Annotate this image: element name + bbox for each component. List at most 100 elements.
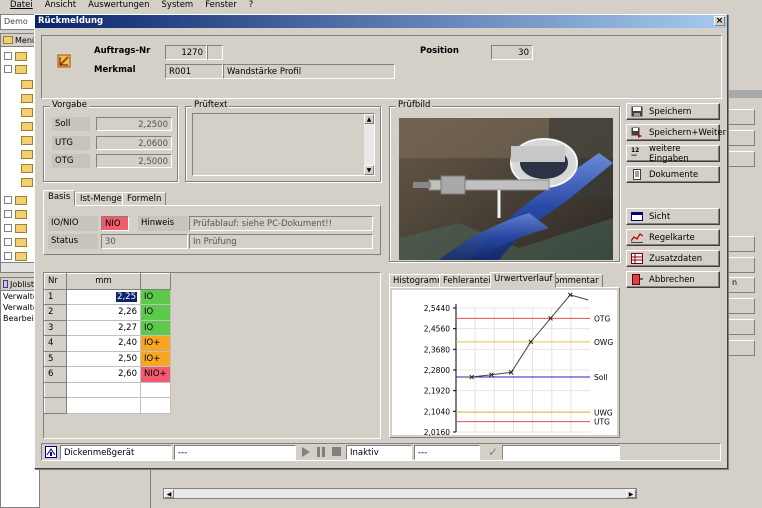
check-icon[interactable]: ✓ — [486, 445, 500, 459]
y-tick-label: 2,0160 — [424, 428, 450, 437]
folder-icon[interactable] — [15, 238, 27, 247]
row-mm-value[interactable]: 2,27 — [66, 320, 141, 336]
merkmal-name-field[interactable]: Wandstärke Profil — [223, 64, 395, 79]
status-code: 30 — [101, 234, 188, 249]
scroll-right-arrow[interactable]: ▶ — [626, 489, 636, 498]
bg-button[interactable] — [727, 130, 755, 146]
play-icon[interactable] — [302, 447, 310, 457]
folder-icon[interactable] — [15, 224, 27, 233]
scroll-up-arrow[interactable]: ▲ — [364, 114, 374, 124]
menu-fenster[interactable]: Fenster — [205, 0, 237, 12]
vorgabe-utg-value: 2,0600 — [96, 136, 172, 150]
bg-button[interactable] — [727, 319, 755, 335]
ruler-icon — [57, 54, 71, 68]
auftrag-suffix-field[interactable] — [207, 45, 223, 60]
bg-tab-label[interactable]: Demo — [4, 17, 28, 26]
row-nr: 5 — [44, 350, 67, 367]
position-field[interactable]: 30 — [491, 45, 533, 60]
col-nr[interactable]: Nr — [44, 273, 67, 290]
folder-icon[interactable] — [15, 65, 27, 74]
scroll-left-arrow[interactable]: ◀ — [164, 489, 174, 498]
folder-icon[interactable] — [15, 52, 27, 61]
bg-button[interactable] — [727, 340, 755, 356]
ionio-value[interactable]: NIO — [101, 216, 129, 231]
row-status-badge: IO+ — [140, 335, 171, 352]
expand-icon[interactable] — [4, 238, 12, 246]
folder-icon[interactable] — [15, 210, 27, 219]
menu-ansicht[interactable]: Ansicht — [45, 0, 76, 12]
table-row[interactable]: 2 2,26 IO — [44, 304, 171, 321]
tab-ist-menge[interactable]: Ist-Menge — [75, 192, 127, 206]
folder-icon[interactable] — [21, 136, 33, 145]
sicht-button[interactable]: Sicht — [626, 208, 720, 225]
table-row[interactable]: 6 2,60 NIO+ — [44, 366, 171, 383]
folder-icon[interactable] — [21, 80, 33, 89]
expand-icon[interactable] — [4, 52, 12, 60]
table-row-empty[interactable] — [44, 397, 171, 414]
col-mm[interactable]: mm — [66, 273, 141, 290]
expand-icon[interactable] — [4, 224, 12, 232]
folder-icon[interactable] — [15, 196, 27, 205]
folder-icon[interactable] — [15, 252, 27, 261]
bg-button[interactable]: n — [727, 277, 755, 293]
dialog-title: Rückmeldung — [38, 16, 104, 26]
col-status[interactable] — [140, 273, 171, 290]
selected-cell-value[interactable]: 2,25 — [116, 291, 137, 302]
row-nr: 2 — [44, 304, 67, 321]
table-row[interactable]: 3 2,27 IO — [44, 319, 171, 336]
auftrag-field[interactable]: 1270 — [165, 45, 207, 60]
tab-fehleranteil[interactable]: Fehleranteil — [439, 274, 498, 288]
hinweis-value[interactable]: Prüfablauf: siehe PC-Dokument!! — [189, 216, 373, 231]
tab-urwertverlauf[interactable]: Urwertverlauf — [490, 272, 557, 288]
bg-hscrollbar[interactable]: ◀ ▶ — [163, 488, 637, 499]
dokumente-button[interactable]: Dokumente — [626, 166, 720, 183]
folder-icon[interactable] — [21, 150, 33, 159]
prueftext-area[interactable] — [192, 113, 375, 176]
expand-icon[interactable] — [4, 210, 12, 218]
row-mm-value[interactable]: 2,26 — [66, 304, 141, 321]
table-row[interactable]: 1 2,25 IO — [44, 288, 171, 305]
bg-button[interactable] — [727, 257, 755, 273]
bg-button[interactable] — [727, 236, 755, 252]
device-icon[interactable] — [45, 446, 57, 458]
pause-icon[interactable] — [317, 447, 325, 457]
folder-icon[interactable] — [21, 108, 33, 117]
tab-basis[interactable]: Basis — [43, 190, 76, 206]
merkmal-code-field[interactable]: R001 — [165, 64, 223, 79]
folder-icon[interactable] — [21, 178, 33, 187]
bg-button[interactable] — [727, 298, 755, 314]
bg-button[interactable] — [727, 151, 755, 167]
prueftext-scrollbar[interactable]: ▲ ▼ — [364, 114, 374, 175]
abbrechen-button[interactable]: Abbrechen — [626, 271, 720, 288]
y-tick-label: 2,5440 — [424, 304, 450, 313]
table-row[interactable]: 5 2,50 IO+ — [44, 350, 171, 367]
table-row-empty[interactable] — [44, 381, 171, 398]
table-row[interactable]: 4 2,40 IO+ — [44, 335, 171, 352]
speichern-weiter-button[interactable]: Speichern+Weiter — [626, 124, 726, 141]
stop-icon[interactable] — [332, 447, 341, 456]
bg-button[interactable] — [727, 109, 755, 125]
row-mm-value[interactable]: 2,40 — [66, 335, 141, 352]
tab-formeln[interactable]: Formeln — [122, 192, 167, 206]
scroll-down-arrow[interactable]: ▼ — [364, 165, 374, 175]
zusatzdaten-button[interactable]: Zusatzdaten — [626, 250, 720, 267]
menu-help[interactable]: ? — [249, 0, 254, 12]
expand-icon[interactable] — [4, 196, 12, 204]
folder-icon[interactable] — [21, 164, 33, 173]
menu-datei[interactable]: Datei — [10, 0, 33, 12]
regelkarte-button[interactable]: Regelkarte — [626, 229, 720, 246]
folder-icon[interactable] — [21, 94, 33, 103]
vorgabe-otg-label: OTG — [52, 154, 90, 168]
row-mm-value[interactable]: 2,60 — [66, 366, 141, 383]
expand-icon[interactable] — [4, 252, 12, 260]
menu-auswertungen[interactable]: Auswertungen — [88, 0, 149, 12]
close-icon[interactable]: × — [714, 16, 725, 26]
row-mm-value[interactable]: 2,50 — [66, 351, 141, 367]
weitere-eingaben-button[interactable]: 12— weitere Eingaben — [626, 144, 720, 164]
folder-icon[interactable] — [21, 122, 33, 131]
menu-system[interactable]: System — [162, 0, 194, 12]
row-mm-value[interactable]: 2,25 — [66, 289, 141, 305]
folder-icon — [3, 36, 13, 44]
expand-icon[interactable] — [4, 65, 12, 73]
speichern-button[interactable]: Speichern — [626, 103, 720, 120]
